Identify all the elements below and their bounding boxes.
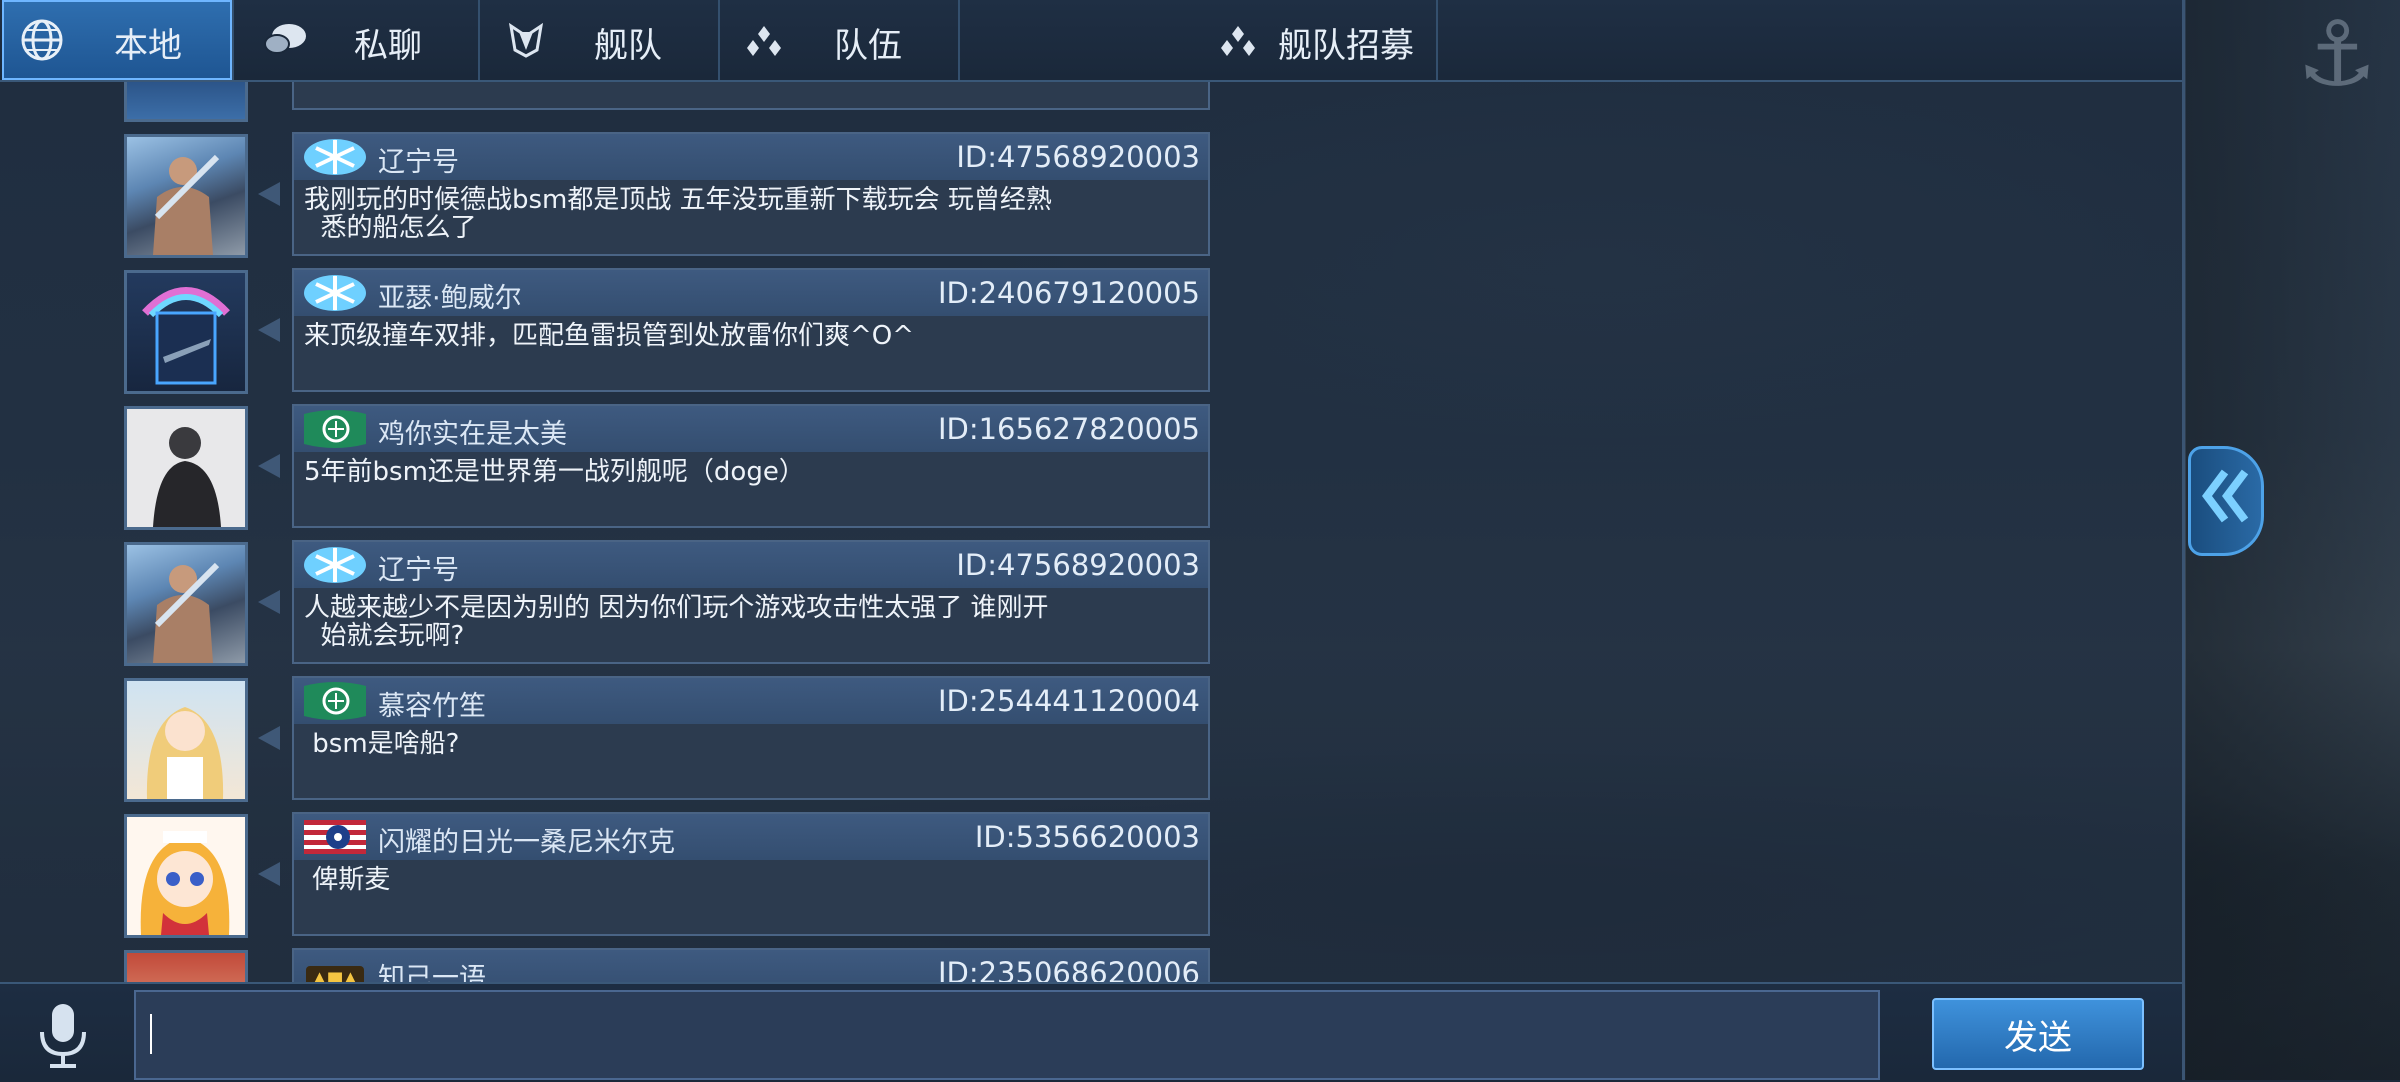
list-item: 闪耀的日光一桑尼米尔克 ID:5356620003 俾斯麦 (0, 812, 1220, 938)
user-id: ID:240679120005 (937, 276, 1200, 310)
user-id: ID:165627820005 (937, 412, 1200, 446)
user-id: ID:47568920003 (956, 548, 1200, 582)
list-item: ▲■▲ 知己一语 ID:235068620006 (0, 948, 1220, 982)
chat-bubbles-icon (262, 16, 310, 64)
message-header: 慕容竹笙 ID:254441120004 (294, 678, 1208, 724)
bubble-pointer (258, 726, 280, 750)
avatar[interactable] (124, 542, 248, 666)
username[interactable]: 闪耀的日光一桑尼米尔克 (378, 820, 675, 859)
message-bubble: ▲■▲ 知己一语 ID:235068620006 (292, 948, 1210, 982)
message-text: 俾斯麦 (304, 865, 391, 895)
message-header: 辽宁号 ID:47568920003 (294, 134, 1208, 180)
message-header: 鸡你实在是太美 ID:165627820005 (294, 406, 1208, 452)
chat-message-input[interactable] (134, 990, 1880, 1080)
list-item: 慕容竹笙 ID:254441120004 bsm是啥船? (0, 676, 1220, 802)
avatar[interactable] (124, 950, 248, 982)
message-bubble: 闪耀的日光一桑尼米尔克 ID:5356620003 俾斯麦 (292, 812, 1210, 936)
svg-text:▲■▲: ▲■▲ (313, 968, 358, 982)
text-caret (150, 1014, 152, 1054)
tab-private-chat[interactable]: 私聊 (234, 0, 480, 80)
tab-local[interactable]: 本地 (2, 0, 234, 80)
bubble-pointer (258, 862, 280, 886)
bubble-pointer (258, 318, 280, 342)
message-text: 5年前bsm还是世界第一战列舰呢（doge） (304, 457, 805, 487)
bubble-pointer (258, 454, 280, 478)
tab-label: 本地 (114, 26, 182, 66)
username[interactable]: 辽宁号 (378, 548, 459, 587)
message-bubble: 辽宁号 ID:47568920003 我刚玩的时候德战bsm都是顶战 五年没玩重… (292, 132, 1210, 256)
chat-tab-bar: 本地 私聊 舰队 队伍 舰队招募 (0, 0, 2182, 82)
tab-fleet-recruit[interactable]: 舰队招募 (960, 0, 1438, 80)
tab-label: 私聊 (354, 26, 422, 66)
double-chevron-left-icon (2201, 463, 2251, 540)
fleet-emblem-icon (502, 16, 550, 64)
tab-label: 队伍 (834, 26, 902, 66)
chat-input-bar: 发送 (0, 982, 2182, 1082)
user-id: ID:5356620003 (974, 820, 1200, 854)
green-flag-badge-icon (302, 408, 368, 450)
globe-icon (18, 16, 66, 64)
username[interactable]: 辽宁号 (378, 140, 459, 179)
tab-team[interactable]: 队伍 (720, 0, 960, 80)
message-header: 亚瑟·鲍威尔 ID:240679120005 (294, 270, 1208, 316)
message-bubble: 亚瑟·鲍威尔 ID:240679120005 来顶级撞车双排，匹配鱼雷损管到处放… (292, 268, 1210, 392)
username[interactable]: 亚瑟·鲍威尔 (378, 276, 522, 315)
list-item: 辽宁号 ID:47568920003 人越来越少不是因为别的 因为你们玩个游戏攻… (0, 540, 1220, 666)
microphone-icon[interactable] (34, 1002, 92, 1070)
message-text: 人越来越少不是因为别的 因为你们玩个游戏攻击性太强了 谁刚开 始就会玩啊? (304, 593, 1049, 651)
list-item: 辽宁号 ID:47568920003 我刚玩的时候德战bsm都是顶战 五年没玩重… (0, 132, 1220, 258)
message-text: 来顶级撞车双排，匹配鱼雷损管到处放雷你们爽^O^ (304, 321, 915, 351)
username[interactable]: 知己一语 (378, 956, 486, 982)
message-header: ▲■▲ 知己一语 ID:235068620006 (294, 950, 1208, 982)
message-bubble: 慕容竹笙 ID:254441120004 bsm是啥船? (292, 676, 1210, 800)
message-header: 辽宁号 ID:47568920003 (294, 542, 1208, 588)
list-item: 亚瑟·鲍威尔 ID:240679120005 来顶级撞车双排，匹配鱼雷损管到处放… (0, 268, 1220, 394)
snowflake-badge-icon (302, 136, 368, 178)
avatar[interactable] (124, 678, 248, 802)
message-text: 我刚玩的时候德战bsm都是顶战 五年没玩重新下载玩会 玩曾经熟 悉的船怎么了 (304, 185, 1052, 243)
bubble-pointer (258, 182, 280, 206)
tab-fleet[interactable]: 舰队 (480, 0, 720, 80)
user-id: ID:235068620006 (937, 956, 1200, 982)
snowflake-badge-icon (302, 544, 368, 586)
user-id: ID:47568920003 (956, 140, 1200, 174)
message-header: 闪耀的日光一桑尼米尔克 ID:5356620003 (294, 814, 1208, 860)
green-flag-badge-icon (302, 680, 368, 722)
avatar[interactable] (124, 814, 248, 938)
bubble-pointer (258, 590, 280, 614)
avatar[interactable] (124, 134, 248, 258)
team-dots-icon (740, 16, 788, 64)
username[interactable]: 鸡你实在是太美 (378, 412, 567, 451)
tab-label: 舰队 (594, 26, 662, 66)
username[interactable]: 慕容竹笙 (378, 684, 486, 723)
team-dots-icon (1214, 16, 1262, 64)
message-text: bsm是啥船? (304, 729, 460, 759)
avatar[interactable] (124, 406, 248, 530)
avatar[interactable] (124, 270, 248, 394)
anchor-icon: ⚓ (2296, 2, 2378, 107)
message-bubble: 辽宁号 ID:47568920003 人越来越少不是因为别的 因为你们玩个游戏攻… (292, 540, 1210, 664)
list-item: 鸡你实在是太美 ID:165627820005 5年前bsm还是世界第一战列舰呢… (0, 404, 1220, 530)
us-flag-badge-icon (302, 816, 368, 858)
gold-text-badge-icon: ▲■▲ (302, 952, 368, 982)
snowflake-badge-icon (302, 272, 368, 314)
message-bubble: 鸡你实在是太美 ID:165627820005 5年前bsm还是世界第一战列舰呢… (292, 404, 1210, 528)
expand-panel-handle[interactable] (2188, 446, 2264, 556)
user-id: ID:254441120004 (937, 684, 1200, 718)
send-button[interactable]: 发送 (1932, 998, 2144, 1070)
tab-label: 舰队招募 (1278, 26, 1414, 66)
